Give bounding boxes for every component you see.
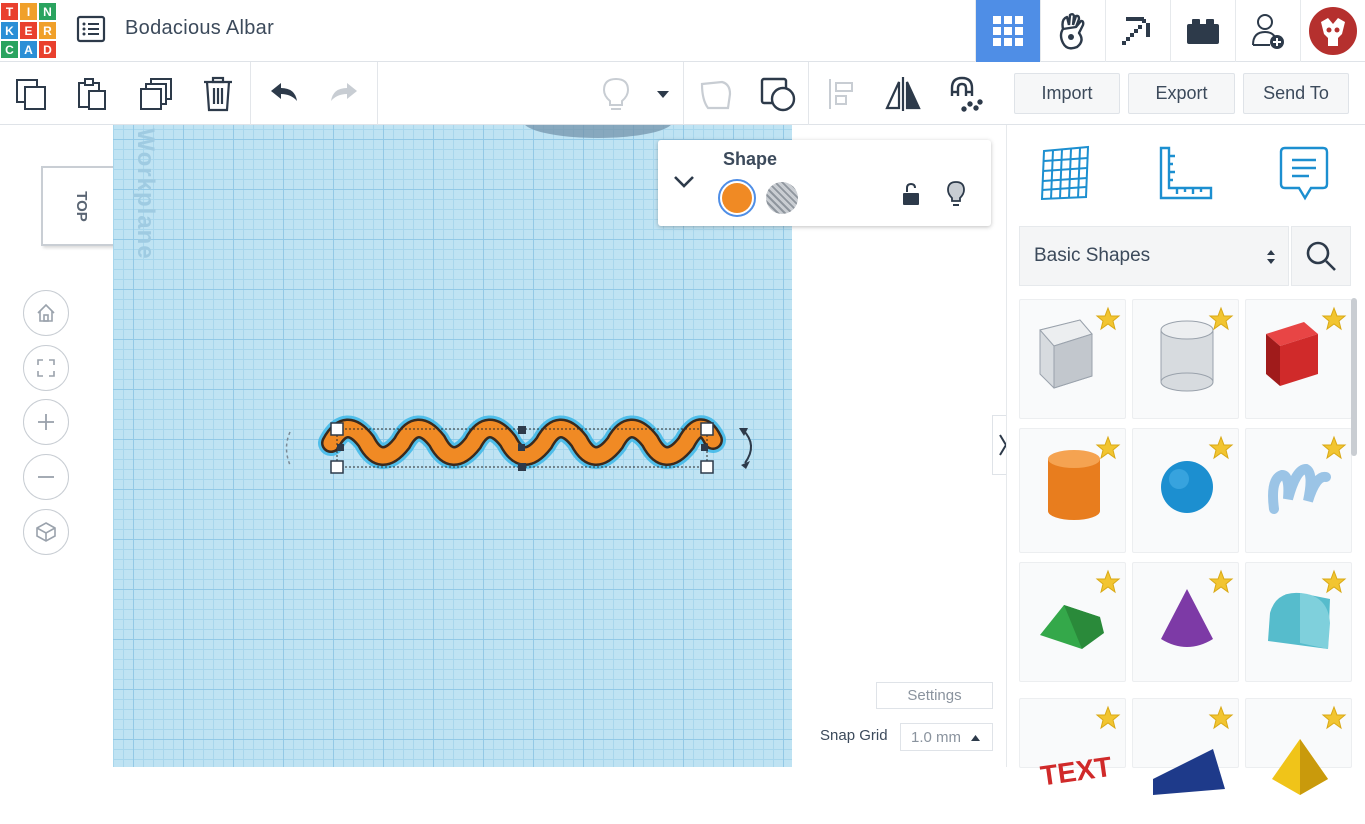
fit-all-icon[interactable] xyxy=(23,345,69,391)
logo-letter: E xyxy=(19,21,38,40)
resize-handle[interactable] xyxy=(700,422,714,436)
resize-handle[interactable] xyxy=(700,460,714,474)
search-icon xyxy=(1306,241,1336,271)
shape-tile-scribble[interactable] xyxy=(1245,428,1352,553)
perspective-icon[interactable] xyxy=(23,509,69,555)
shape-category-value: Basic Shapes xyxy=(1034,245,1151,266)
svg-text:TEXT: TEXT xyxy=(1039,751,1114,792)
lego-brick-icon[interactable] xyxy=(1170,0,1235,62)
collapse-chevron-icon[interactable] xyxy=(673,175,695,194)
panel-scrollbar[interactable] xyxy=(1351,298,1357,456)
shape-category-select[interactable]: Basic Shapes xyxy=(1019,226,1289,286)
dropdown-icon[interactable] xyxy=(641,72,685,116)
notes-icon[interactable] xyxy=(1274,143,1334,203)
favorite-star-icon[interactable] xyxy=(1321,306,1347,332)
shape-tile-cylinder[interactable] xyxy=(1019,428,1126,553)
3d-design-grid-icon[interactable] xyxy=(975,0,1040,62)
design-list-icon[interactable] xyxy=(76,14,106,44)
paste-icon[interactable] xyxy=(70,72,114,116)
minecraft-pickaxe-icon[interactable] xyxy=(1105,0,1170,62)
duplicate-icon[interactable] xyxy=(134,72,178,116)
logo-letter: K xyxy=(0,21,19,40)
shape-panel-title: Shape xyxy=(723,149,778,169)
select-arrows-icon xyxy=(1267,250,1275,264)
undo-icon[interactable] xyxy=(262,72,306,116)
shape-tile-box[interactable] xyxy=(1245,299,1352,419)
logo-letter: R xyxy=(38,21,57,40)
import-button[interactable]: Import xyxy=(1014,73,1120,114)
logo-letter: C xyxy=(0,40,19,59)
unlock-icon[interactable] xyxy=(901,182,921,211)
shape-tile-sphere[interactable] xyxy=(1132,428,1239,553)
shape-tile-text[interactable]: TEXT xyxy=(1019,698,1126,792)
favorite-star-icon[interactable] xyxy=(1095,569,1121,595)
view-cube[interactable]: TOP xyxy=(41,166,121,246)
profile-avatar-icon[interactable] xyxy=(1300,0,1365,62)
shape-tile-cone[interactable] xyxy=(1132,562,1239,682)
caret-up-icon xyxy=(971,735,980,741)
view-cube-label: TOP xyxy=(72,190,90,222)
favorite-star-icon[interactable] xyxy=(1208,306,1234,332)
ruler-icon[interactable] xyxy=(1155,143,1215,203)
logo-letter: D xyxy=(38,40,57,59)
favorite-star-icon[interactable] xyxy=(1208,705,1234,731)
snap-grid-value: 1.0 mm xyxy=(911,728,962,746)
logo-letter: A xyxy=(19,40,38,59)
home-view-icon[interactable] xyxy=(23,290,69,336)
shape-inspector: Shape xyxy=(658,140,991,226)
top-bar: TINKERCAD Bodacious Albar xyxy=(0,0,1365,62)
favorite-star-icon[interactable] xyxy=(1321,705,1347,731)
shape-tile-round-roof[interactable] xyxy=(1245,562,1352,682)
tinkercad-logo[interactable]: TINKERCAD xyxy=(0,2,58,60)
zoom-out-icon[interactable] xyxy=(23,454,69,500)
workplane-grid-icon[interactable] xyxy=(1035,143,1095,203)
logo-letter: N xyxy=(38,2,57,21)
favorite-star-icon[interactable] xyxy=(1208,435,1234,461)
shape-tile-box-hole[interactable] xyxy=(1019,299,1126,419)
shape-tile-pyramid[interactable] xyxy=(1245,698,1352,795)
shape-tile-roof[interactable] xyxy=(1019,562,1126,682)
align-icon[interactable] xyxy=(820,72,864,116)
settings-button[interactable]: Settings xyxy=(876,682,993,709)
magnet-icon[interactable] xyxy=(942,72,986,116)
visibility-bulb-icon[interactable] xyxy=(946,180,966,213)
design-title[interactable]: Bodacious Albar xyxy=(125,17,274,40)
resize-handle[interactable] xyxy=(330,460,344,474)
group-icon[interactable] xyxy=(694,72,738,116)
send-to-button[interactable]: Send To xyxy=(1243,73,1349,114)
mirror-icon[interactable] xyxy=(881,72,925,116)
hole-swatch[interactable] xyxy=(766,182,798,214)
favorite-star-icon[interactable] xyxy=(1208,569,1234,595)
favorite-star-icon[interactable] xyxy=(1095,306,1121,332)
resize-handle[interactable] xyxy=(330,422,344,436)
delete-icon[interactable] xyxy=(196,72,240,116)
solid-color-swatch[interactable] xyxy=(718,179,756,217)
favorite-star-icon[interactable] xyxy=(1321,435,1347,461)
redo-icon[interactable] xyxy=(322,72,366,116)
export-button[interactable]: Export xyxy=(1128,73,1235,114)
favorite-star-icon[interactable] xyxy=(1095,705,1121,731)
favorite-star-icon[interactable] xyxy=(1095,435,1121,461)
shape-tile-wedge[interactable] xyxy=(1132,698,1239,795)
snap-grid-select[interactable]: 1.0 mm xyxy=(900,723,993,751)
copy-icon[interactable] xyxy=(9,72,53,116)
shape-tile-cylinder-hole[interactable] xyxy=(1132,299,1239,419)
add-user-icon[interactable] xyxy=(1235,0,1300,62)
codeblocks-icon[interactable] xyxy=(1040,0,1105,62)
rotate-handle[interactable] xyxy=(739,428,752,469)
shape-search-button[interactable] xyxy=(1291,226,1351,286)
logo-letter: I xyxy=(19,2,38,21)
favorite-star-icon[interactable] xyxy=(1321,569,1347,595)
snap-grid-label: Snap Grid xyxy=(820,727,888,744)
ungroup-icon[interactable] xyxy=(756,72,800,116)
logo-letter: T xyxy=(0,2,19,21)
zoom-in-icon[interactable] xyxy=(23,399,69,445)
show-hidden-icon[interactable] xyxy=(594,72,638,116)
